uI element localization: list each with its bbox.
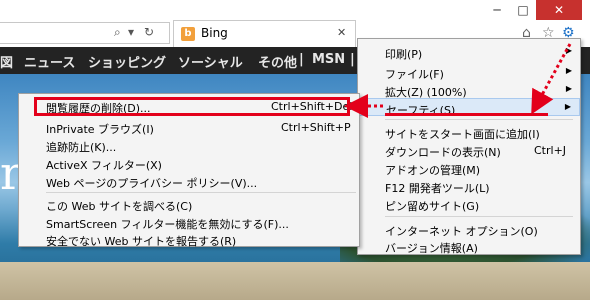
tab-bing[interactable]: b Bing ✕ (173, 20, 356, 47)
menu-item-label: ActiveX フィルター(X) (46, 159, 162, 172)
bing-icon: b (181, 27, 195, 41)
menu-item-check-website[interactable]: この Web サイトを調べる(C) (19, 195, 359, 213)
menu-item-addons[interactable]: アドオンの管理(M) (358, 159, 580, 177)
nav-item-more[interactable]: その他 (258, 52, 297, 71)
menu-item-label: ダウンロードの表示(N) (385, 146, 501, 159)
refresh-icon[interactable]: ↻ (144, 25, 154, 39)
menu-item-report-unsafe[interactable]: 安全でない Web サイトを報告する(R) (19, 230, 359, 248)
menu-item-downloads[interactable]: ダウンロードの表示(N) Ctrl+J (358, 141, 580, 159)
menu-item-shortcut: Ctrl+Shift+P (281, 121, 351, 134)
menu-item-devtools[interactable]: F12 開発者ツール(L) (358, 177, 580, 195)
menu-item-internet-options[interactable]: インターネット オプション(O) (358, 220, 580, 238)
menu-item-label: ファイル(F) (385, 68, 444, 81)
menu-item-label: この Web サイトを調べる(C) (46, 200, 193, 213)
menu-item-about[interactable]: バージョン情報(A) (358, 237, 580, 255)
menu-item-label: 安全でない Web サイトを報告する(R) (46, 235, 237, 248)
menu-item-activex-filter[interactable]: ActiveX フィルター(X) (19, 154, 359, 172)
close-button[interactable]: ✕ (536, 0, 582, 20)
nav-item-social[interactable]: ソーシャル (178, 52, 243, 71)
tab-close-icon[interactable]: ✕ (337, 26, 346, 39)
chevron-right-icon: ▶ (565, 84, 572, 93)
menu-item-print[interactable]: 印刷(P) ▶ (358, 43, 580, 61)
highlight-underline (385, 113, 548, 116)
tools-menu: 印刷(P) ▶ ファイル(F) ▶ 拡大(Z) (100%) ▶ セーフティ(S… (357, 38, 581, 255)
search-icon[interactable]: ⌕ (114, 25, 121, 40)
chevron-right-icon: ▶ (565, 66, 572, 75)
tab-label: Bing (201, 26, 228, 40)
menu-item-label: InPrivate ブラウズ(I) (46, 123, 154, 136)
menu-item-label: 印刷(P) (385, 48, 423, 61)
menu-separator (385, 119, 573, 120)
menu-item-smartscreen[interactable]: SmartScreen フィルター機能を無効にする(F)... (19, 213, 359, 231)
menu-item-label: サイトをスタート画面に追加(I) (385, 128, 540, 141)
nav-divider: | (299, 52, 304, 67)
menu-item-label: アドオンの管理(M) (385, 164, 481, 177)
menu-item-label: 追跡防止(K)... (46, 141, 117, 154)
menu-item-label: ピン留めサイト(G) (385, 200, 480, 213)
menu-item-pinned-sites[interactable]: ピン留めサイト(G) (358, 195, 580, 213)
nav-item-msn[interactable]: MSN (312, 52, 345, 67)
safety-submenu: 閲覧履歴の削除(D)... Ctrl+Shift+Del InPrivate ブ… (18, 93, 360, 248)
nav-item-news[interactable]: ニュース (24, 52, 75, 71)
highlight-box (34, 97, 350, 116)
menu-item-tracking-protection[interactable]: 追跡防止(K)... (19, 136, 359, 154)
menu-item-add-to-start[interactable]: サイトをスタート画面に追加(I) (358, 123, 580, 141)
nav-divider: | (350, 52, 355, 67)
menu-item-privacy-policy[interactable]: Web ページのプライバシー ポリシー(V)... (19, 172, 359, 190)
menu-separator (385, 216, 573, 217)
beach-image (0, 262, 590, 300)
nav-item-shopping[interactable]: ショッピング (88, 52, 166, 71)
menu-item-shortcut: Ctrl+J (534, 144, 567, 157)
nav-item[interactable]: 図 (0, 52, 13, 71)
minimize-button[interactable]: ─ (484, 0, 510, 20)
menu-separator (46, 192, 356, 193)
menu-item-zoom[interactable]: 拡大(Z) (100%) ▶ (358, 81, 580, 99)
menu-item-label: Web ページのプライバシー ポリシー(V)... (46, 177, 258, 190)
menu-item-label: F12 開発者ツール(L) (385, 182, 490, 195)
menu-item-label: バージョン情報(A) (385, 242, 478, 255)
chevron-down-icon[interactable]: ▾ (128, 25, 134, 39)
chevron-right-icon: ▶ (564, 102, 571, 111)
maximize-button[interactable]: □ (510, 0, 536, 20)
menu-item-inprivate[interactable]: InPrivate ブラウズ(I) Ctrl+Shift+P (19, 118, 359, 136)
menu-item-file[interactable]: ファイル(F) ▶ (358, 63, 580, 81)
chevron-right-icon: ▶ (565, 46, 572, 55)
